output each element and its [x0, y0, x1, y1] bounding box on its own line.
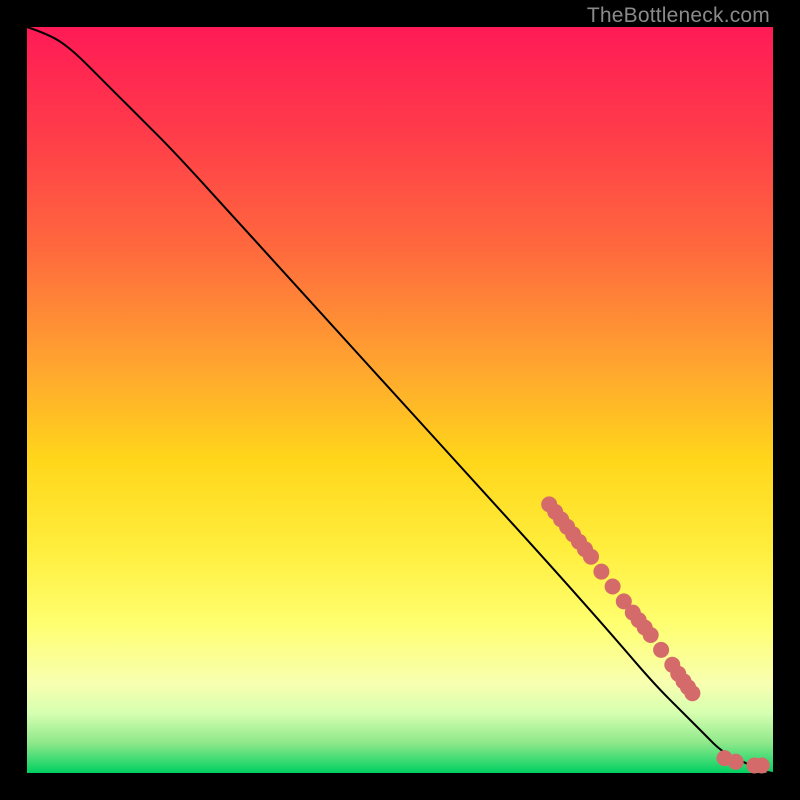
data-point	[754, 758, 770, 774]
chart-stage: TheBottleneck.com	[0, 0, 800, 800]
data-point	[593, 564, 609, 580]
plot-area	[27, 27, 773, 773]
data-points-group	[541, 496, 770, 773]
chart-overlay	[27, 27, 773, 773]
bottleneck-curve	[27, 27, 773, 773]
data-point	[684, 685, 700, 701]
data-point	[653, 642, 669, 658]
data-point	[643, 627, 659, 643]
watermark-text: TheBottleneck.com	[587, 4, 770, 28]
data-point	[583, 549, 599, 565]
data-point	[605, 579, 621, 595]
data-point	[728, 754, 744, 770]
